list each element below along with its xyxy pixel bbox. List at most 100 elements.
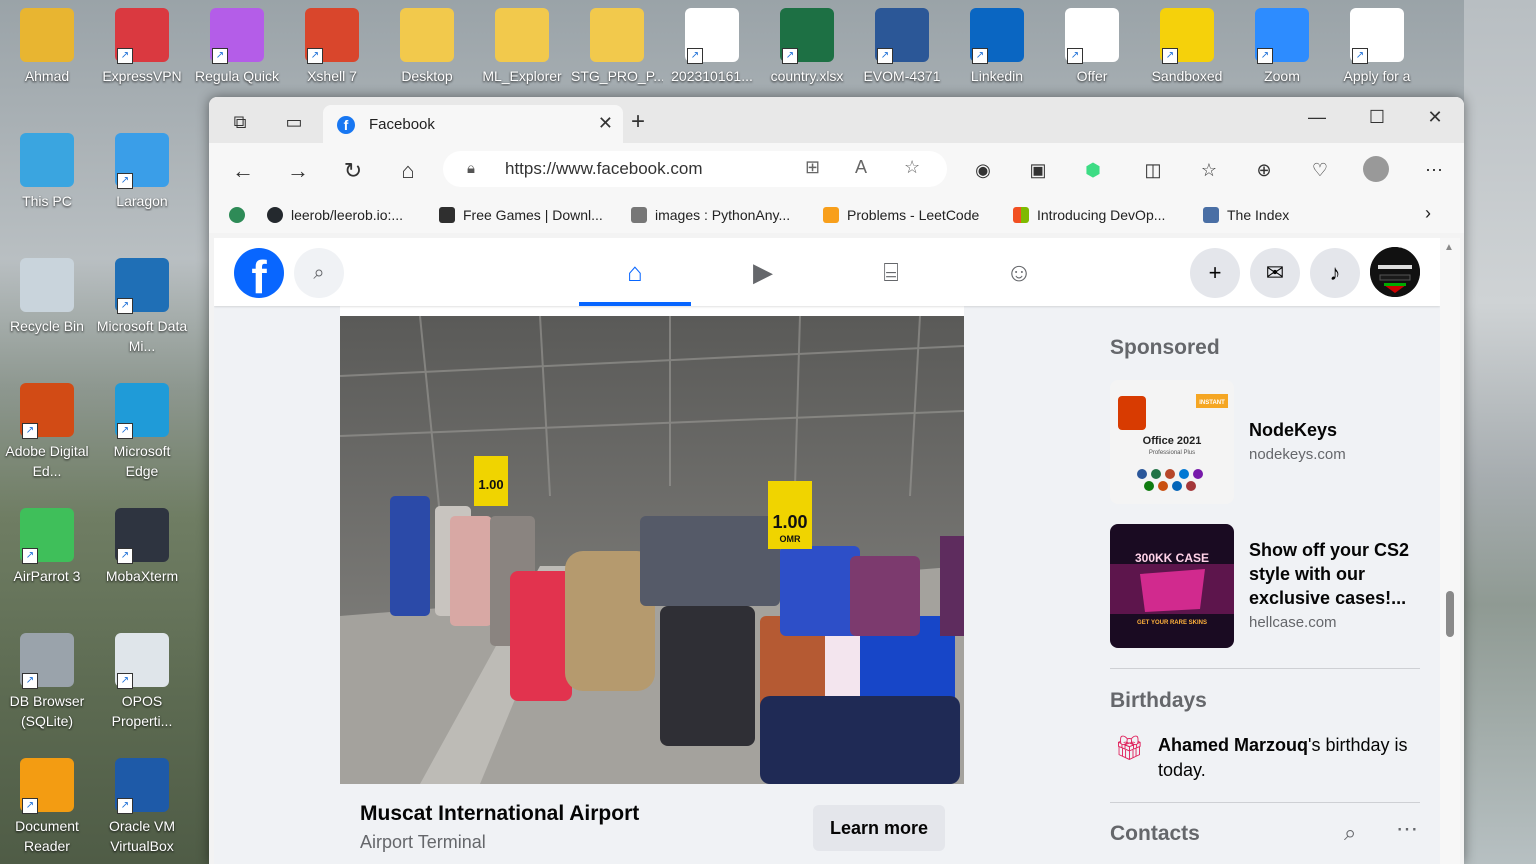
create-plus-icon[interactable]: + (1190, 248, 1240, 298)
vertical-tabs-icon[interactable]: ▭ (279, 107, 309, 137)
maximize-icon[interactable]: ☐ (1354, 105, 1400, 129)
extension-globe-icon[interactable]: ◉ (969, 156, 997, 184)
collections-icon[interactable]: ⊕ (1250, 156, 1278, 184)
notifications-bell-icon[interactable]: ♪ (1310, 248, 1360, 298)
post-photo-luggage[interactable]: 1.00 1.00 OMR (340, 316, 964, 784)
close-tab-icon[interactable]: ✕ (598, 113, 613, 134)
split-screen-icon[interactable]: ◫ (1139, 156, 1167, 184)
read-aloud-icon[interactable]: A (855, 157, 867, 178)
extension-android-icon[interactable]: ⬢ (1079, 156, 1107, 184)
extension-tab-icon[interactable]: ▣ (1024, 156, 1052, 184)
app-icon (20, 133, 74, 187)
scroll-up-arrow-icon[interactable]: ▲ (1444, 242, 1454, 253)
desktop-icon[interactable]: ↗ country.xlsx (761, 8, 853, 86)
ad-name[interactable]: NodeKeys (1249, 418, 1419, 442)
sponsored-ad-nodekeys[interactable]: INSTANT Office 2021 Professional Plus No… (1110, 380, 1420, 504)
page-scrollbar[interactable]: ▲ (1440, 238, 1460, 864)
desktop-icon[interactable]: ↗ Oracle VM VirtualBox (96, 758, 188, 856)
desktop-icon[interactable]: ↗ Regula Quick (191, 8, 283, 86)
desktop-icon[interactable]: This PC (1, 133, 93, 211)
more-menu-icon[interactable]: ⋯ (1420, 156, 1448, 184)
github-icon (267, 207, 283, 223)
ad-domain[interactable]: hellcase.com (1249, 614, 1337, 631)
nav-marketplace-icon[interactable]: ⌸ (835, 238, 947, 306)
bookmark-favicon-icon[interactable] (229, 207, 253, 223)
bookmark-item[interactable]: Problems - LeetCode (823, 207, 979, 223)
tab-facebook[interactable]: f Facebook ✕ (323, 105, 623, 143)
desktop-icon-label: Microsoft Data Mi... (96, 318, 188, 354)
address-bar[interactable]: 🔒︎ https://www.facebook.com ⊞ A ☆ (443, 151, 947, 187)
profile-icon[interactable] (1362, 156, 1390, 184)
desktop-icon[interactable]: ↗ Laragon (96, 133, 188, 211)
cta-title[interactable]: Muscat International Airport (360, 802, 639, 826)
desktop-icon[interactable]: ↗ AirParrot 3 (1, 508, 93, 586)
favorite-star-icon[interactable]: ☆ (904, 157, 920, 178)
desktop-icon[interactable]: ↗ Microsoft Data Mi... (96, 258, 188, 356)
desktop-icon-label: 202310161... (671, 68, 753, 84)
contacts-search-icon[interactable]: ⌕ (1344, 820, 1356, 846)
scrollbar-thumb[interactable] (1446, 591, 1454, 637)
nav-video-icon[interactable]: ▶ (707, 238, 819, 306)
shortcut-arrow-icon: ↗ (22, 548, 38, 564)
desktop-icon-label: Adobe Digital Ed... (5, 443, 89, 479)
desktop-icon[interactable]: ↗ DB Browser (SQLite) (1, 633, 93, 731)
home-icon[interactable]: ⌂ (392, 155, 424, 187)
desktop-icon[interactable]: ↗ Sandboxed (1141, 8, 1233, 86)
messenger-icon[interactable]: ✉ (1250, 248, 1300, 298)
desktop-icon[interactable]: ↗ Apply for a (1331, 8, 1423, 86)
lock-icon[interactable]: 🔒︎ (467, 160, 475, 177)
forward-icon[interactable]: → (282, 155, 314, 187)
desktop-icon[interactable]: ↗ Xshell 7 (286, 8, 378, 86)
close-window-icon[interactable]: ✕ (1412, 105, 1458, 129)
app-available-icon[interactable]: ⊞ (805, 157, 820, 178)
desktop-icon[interactable]: ↗ MobaXterm (96, 508, 188, 586)
nav-groups-icon[interactable]: ☺ (963, 238, 1075, 306)
ad-name[interactable]: Show off your CS2 style with our exclusi… (1249, 538, 1419, 610)
bookmarks-overflow-chevron-icon[interactable]: › (1425, 203, 1431, 224)
url-text[interactable]: https://www.facebook.com (505, 159, 702, 179)
bookmark-item[interactable]: leerob/leerob.io:... (267, 207, 403, 223)
sponsored-ad-hellcase[interactable]: 300KK CASE GET YOUR RARE SKINS Show off … (1110, 524, 1420, 648)
desktop-icon[interactable]: ↗ Zoom (1236, 8, 1328, 86)
desktop-icon[interactable]: ↗ Adobe Digital Ed... (1, 383, 93, 481)
desktop-icon[interactable]: ↗ EVOM-4371 (856, 8, 948, 86)
ad-domain[interactable]: nodekeys.com (1249, 446, 1346, 463)
desktop-icon[interactable]: ↗ Document Reader (1, 758, 93, 856)
app-icon: ↗ (305, 8, 359, 64)
birthday-notice[interactable]: Ahamed Marzouq's birthday is today. (1158, 733, 1420, 783)
desktop-icon[interactable]: Ahmad (1, 8, 93, 86)
desktop-icon-label: Laragon (116, 193, 168, 209)
shortcut-arrow-icon: ↗ (782, 48, 798, 64)
bookmark-item[interactable]: Introducing DevOp... (1013, 207, 1165, 223)
desktop-icon[interactable]: ↗ Offer (1046, 8, 1138, 86)
minimize-icon[interactable]: — (1294, 105, 1340, 129)
workspaces-icon[interactable]: ⧉ (225, 107, 255, 137)
nav-home-icon[interactable]: ⌂ (579, 238, 691, 306)
search-icon[interactable]: ⌕ (294, 248, 344, 298)
new-tab-button[interactable]: + (631, 110, 645, 134)
desktop-icon[interactable]: ↗ Microsoft Edge (96, 383, 188, 481)
desktop-icon[interactable]: ↗ OPOS Properti... (96, 633, 188, 731)
account-avatar[interactable] (1370, 247, 1420, 297)
bookmark-item[interactable]: images : PythonAny... (631, 207, 790, 223)
bookmark-item[interactable]: Free Games | Downl... (439, 207, 603, 223)
app-icon (590, 8, 644, 62)
browser-essentials-icon[interactable]: ♡ (1306, 156, 1334, 184)
facebook-logo-icon[interactable]: f (234, 248, 284, 298)
desktop-icon[interactable]: ↗ ExpressVPN (96, 8, 188, 86)
desktop-icon[interactable]: Recycle Bin (1, 258, 93, 336)
desktop-icon[interactable]: ↗ Linkedin (951, 8, 1043, 86)
desktop-icon-label: DB Browser (SQLite) (9, 693, 85, 729)
desktop-icon[interactable]: STG_PRO_P... (571, 8, 663, 86)
desktop-icon[interactable]: Desktop (381, 8, 473, 86)
desktop-icon[interactable]: ML_Explorer (476, 8, 568, 86)
favorites-icon[interactable]: ☆ (1195, 156, 1223, 184)
back-icon[interactable]: ← (227, 155, 259, 187)
desktop-icon[interactable]: ↗ 202310161... (666, 8, 758, 86)
bookmark-item[interactable]: The Index (1203, 207, 1289, 223)
learn-more-button[interactable]: Learn more (813, 805, 945, 851)
shortcut-arrow-icon: ↗ (687, 48, 703, 64)
refresh-icon[interactable]: ↻ (337, 155, 369, 187)
contacts-more-icon[interactable]: ⋯ (1396, 816, 1418, 842)
post-cta-bar[interactable]: Muscat International Airport Airport Ter… (340, 784, 964, 864)
